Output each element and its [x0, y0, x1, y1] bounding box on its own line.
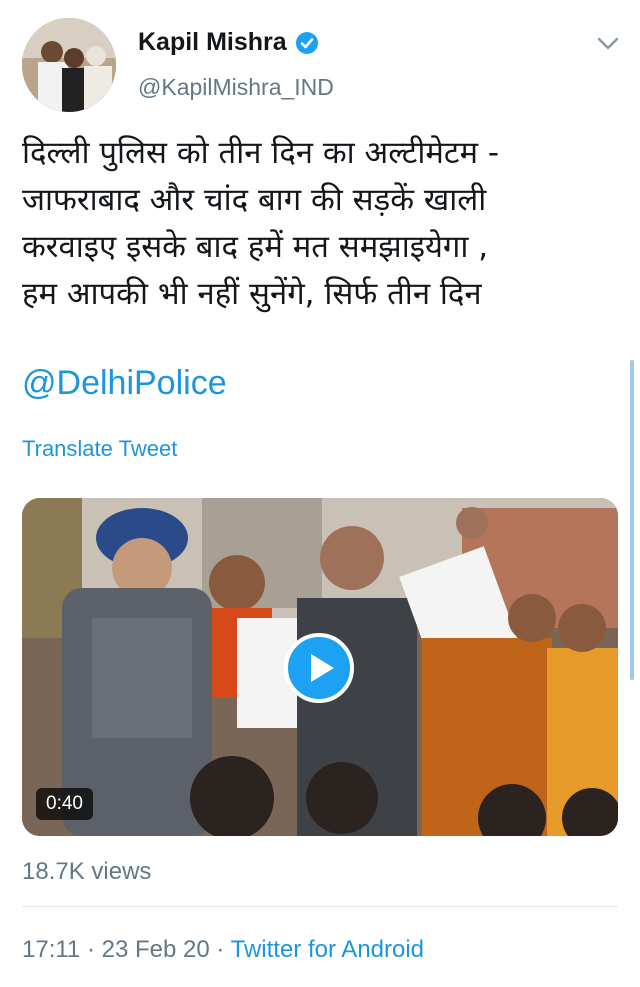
video-player[interactable]: 0:40 [22, 498, 618, 836]
verified-badge-icon [295, 31, 318, 54]
video-duration: 0:40 [36, 788, 93, 820]
tweet-line: करवाइए इसके बाद हमें मत समझाइयेगा , [22, 229, 489, 265]
scrollbar[interactable] [630, 360, 634, 680]
translate-tweet-link[interactable]: Translate Tweet [22, 436, 177, 462]
avatar[interactable] [22, 18, 116, 112]
meta-separator: · [209, 936, 231, 963]
tweet-line: दिल्ली पुलिस को तीन दिन का अल्टीमेटम - [22, 135, 500, 171]
tweet-line: जाफराबाद और चांद बाग की सड़कें खाली [22, 182, 487, 218]
client-link[interactable]: Twitter for Android [231, 936, 424, 963]
play-icon[interactable] [284, 633, 354, 703]
meta-separator: · [80, 936, 102, 963]
tweet-date[interactable]: 23 Feb 20 [102, 936, 210, 963]
user-handle[interactable]: @KapilMishra_IND [138, 74, 334, 101]
tweet-text: दिल्ली पुलिस को तीन दिन का अल्टीमेटम - ज… [22, 130, 622, 318]
tweet-line: हम आपकी भी नहीं सुनेंगे, सिर्फ तीन दिन [22, 276, 482, 312]
tweet-meta: 17:11 · 23 Feb 20 · Twitter for Android [22, 936, 424, 964]
user-name[interactable]: Kapil Mishra [138, 28, 287, 57]
tweet-time[interactable]: 17:11 [22, 936, 80, 963]
mention-link[interactable]: @DelhiPolice [22, 364, 227, 403]
view-count[interactable]: 18.7K views [22, 858, 151, 886]
chevron-down-icon[interactable] [596, 36, 620, 52]
divider [22, 906, 618, 907]
user-name-row[interactable]: Kapil Mishra [138, 28, 319, 57]
